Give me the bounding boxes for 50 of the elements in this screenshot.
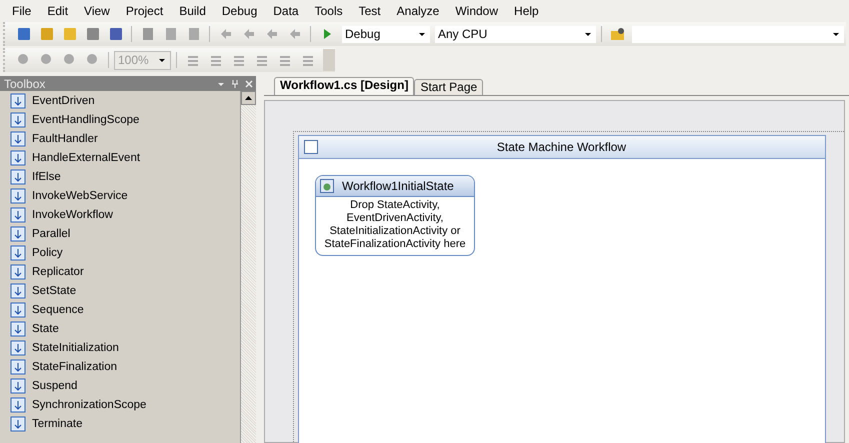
toolbox-item[interactable]: Suspend <box>0 376 240 395</box>
toolbox-item[interactable]: HandleExternalEvent <box>0 148 240 167</box>
menu-item[interactable]: File <box>4 4 40 18</box>
menu-item[interactable]: Window <box>447 4 506 18</box>
platform-dropdown[interactable]: Any CPU <box>435 26 596 42</box>
toolbox-item[interactable]: InvokeWorkflow <box>0 205 240 224</box>
configuration-dropdown[interactable]: Debug <box>342 26 430 42</box>
menu-item[interactable]: Test <box>350 4 389 18</box>
toolbox-item[interactable]: Sequence <box>0 300 240 319</box>
caret-icon <box>833 32 839 36</box>
toolbox-item[interactable]: SetState <box>0 281 240 300</box>
caret-icon <box>419 32 425 36</box>
toolbox-item[interactable]: Terminate <box>0 414 240 433</box>
menu-item[interactable]: Tools <box>306 4 351 18</box>
caret-icon <box>159 58 165 62</box>
menu-item[interactable]: Debug <box>214 4 266 18</box>
toolbox-item[interactable]: FaultHandler <box>0 129 240 148</box>
toolbox-item[interactable]: SynchronizationScope <box>0 395 240 414</box>
menu-item[interactable]: Edit <box>39 4 76 18</box>
menu-item[interactable]: Data <box>265 4 307 18</box>
menu-item[interactable]: Build <box>171 4 214 18</box>
scrollbar[interactable] <box>240 91 256 443</box>
caret-icon <box>585 32 591 36</box>
toolbox-item[interactable]: EventHandlingScope <box>0 110 240 129</box>
document-tab[interactable]: Start Page <box>414 79 484 95</box>
state-title: Workflow1InitialState <box>342 179 454 193</box>
toolbox-item[interactable]: IfElse <box>0 167 240 186</box>
drop-hint: Drop StateActivity, EventDrivenActivity, StateInitializationActivity or StateFinalizationActivity here <box>323 198 467 252</box>
document-tab[interactable]: Workflow1.cs [Design] <box>274 77 414 95</box>
menu-item[interactable]: View <box>76 4 118 18</box>
panel-title: Toolbox <box>4 76 46 90</box>
pin-icon[interactable] <box>231 79 239 88</box>
scroll-up-button[interactable] <box>241 91 256 105</box>
toolbox-item[interactable]: StateInitialization <box>0 338 240 357</box>
toolbox-item[interactable]: EventDriven <box>0 91 240 110</box>
close-icon[interactable] <box>245 80 253 88</box>
workflow-title: State Machine Workflow <box>496 140 628 154</box>
toolbox-item[interactable]: Policy <box>0 243 240 262</box>
up-arrow-icon <box>245 96 252 100</box>
state-icon <box>320 179 334 193</box>
toolbox-item[interactable]: InvokeWebService <box>0 186 240 205</box>
menu-item[interactable]: Project <box>118 4 172 18</box>
toolbox-item[interactable]: Parallel <box>0 224 240 243</box>
toolbox-item[interactable]: Replicator <box>0 262 240 281</box>
state-icon <box>304 140 318 154</box>
state-activity[interactable]: Workflow1InitialState Drop StateActivity, EventDrivenActivity, StateInitializationActivity or StateFinalizationActivity here <box>315 175 475 256</box>
toolbox-item[interactable]: State <box>0 319 240 338</box>
menu-item[interactable]: Help <box>506 4 547 18</box>
toolbox-item[interactable]: StateFinalization <box>0 357 240 376</box>
menu-item[interactable]: Analyze <box>388 4 448 18</box>
